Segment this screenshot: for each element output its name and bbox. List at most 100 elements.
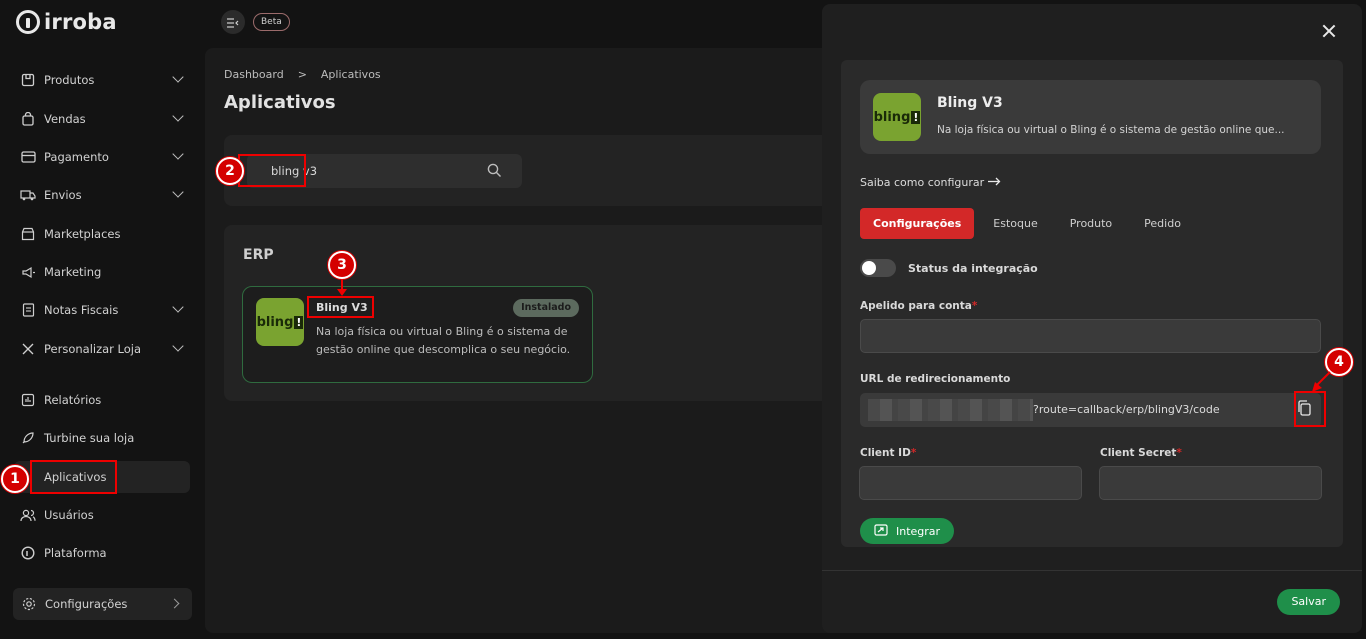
tab-configuracoes[interactable]: Configurações [860, 208, 975, 239]
status-toggle[interactable] [860, 259, 896, 277]
shopping-bag-icon [18, 111, 38, 127]
breadcrumb-dashboard[interactable]: Dashboard [224, 68, 284, 81]
save-button[interactable]: Salvar [1277, 589, 1340, 615]
irroba-logo-icon [16, 10, 40, 34]
chart-icon [18, 392, 38, 408]
sidebar-configuracoes[interactable]: Configurações [13, 588, 192, 620]
integrate-label: Integrar [896, 524, 941, 538]
sidebar-item-envios[interactable]: Envios [14, 180, 190, 210]
sidebar-item-pagamento[interactable]: Pagamento [14, 142, 190, 172]
sidebar-item-label: Vendas [44, 112, 86, 126]
client-id-input[interactable] [859, 466, 1082, 500]
sidebar-item-usuarios[interactable]: Usuários [14, 500, 190, 530]
page-title: Aplicativos [224, 92, 336, 113]
sidebar-item-relatorios[interactable]: Relatórios [14, 385, 190, 415]
store-icon [18, 226, 38, 242]
integrate-button[interactable]: Integrar [860, 518, 955, 544]
app-card-bling-v3[interactable]: bling! Bling V3 Instalado Na loja física… [242, 286, 593, 383]
annotation-marker-1: 1 [1, 465, 29, 493]
tabs: Configurações Estoque Produto Pedido [860, 208, 1200, 239]
brand-logo-text: irroba [44, 10, 117, 34]
collapse-sidebar-button[interactable] [221, 10, 245, 34]
tools-icon [18, 341, 38, 357]
learn-config-label: Saiba como configurar [860, 176, 985, 189]
rocket-icon [18, 430, 38, 446]
bling-logo: bling! [256, 298, 304, 346]
sidebar-item-produtos[interactable]: Produtos [14, 65, 190, 95]
required-mark: * [971, 300, 978, 312]
sidebar-item-label: Marketing [44, 265, 102, 279]
annotation-highlight-4 [1294, 391, 1326, 427]
close-icon[interactable] [1320, 22, 1338, 40]
sidebar-item-label: Usuários [44, 508, 94, 522]
gear-icon [19, 597, 39, 611]
status-row: Status da integração [860, 259, 1038, 277]
collapse-menu-icon [227, 13, 239, 32]
platform-icon [18, 545, 38, 561]
credit-card-icon [18, 149, 38, 165]
sidebar: irroba Produtos Vendas Pagamento Envios … [0, 0, 205, 639]
breadcrumb: Dashboard > Aplicativos [224, 68, 381, 81]
search-icon[interactable] [487, 163, 502, 182]
chevron-down-icon [172, 110, 184, 122]
sidebar-item-plataforma[interactable]: Plataforma [14, 538, 190, 568]
chevron-down-icon [172, 148, 184, 160]
chevron-right-icon [169, 598, 180, 609]
sidebar-item-label: Plataforma [44, 546, 107, 560]
sidebar-item-notas-fiscais[interactable]: Notas Fiscais [14, 295, 190, 325]
sidebar-item-label: Notas Fiscais [44, 303, 119, 317]
sidebar-item-marketplaces[interactable]: Marketplaces [14, 219, 190, 249]
brand-logo[interactable]: irroba [16, 10, 117, 34]
client-secret-input[interactable] [1099, 466, 1322, 500]
receipt-icon [18, 302, 38, 318]
sidebar-item-personalizar-loja[interactable]: Personalizar Loja [14, 334, 190, 364]
annotation-highlight-2 [238, 154, 306, 187]
installed-badge: Instalado [513, 299, 579, 317]
annotation-pointer-4 [1312, 371, 1331, 392]
annotation-highlight-3 [307, 296, 374, 318]
tab-pedido[interactable]: Pedido [1131, 208, 1194, 239]
sidebar-item-label: Relatórios [44, 393, 102, 407]
sidebar-item-vendas[interactable]: Vendas [14, 104, 190, 134]
app-header-card: bling! Bling V3 Na loja física ou virtua… [860, 80, 1321, 154]
truck-icon [18, 187, 38, 203]
sidebar-item-label: Envios [44, 188, 82, 202]
chevron-down-icon [172, 301, 184, 313]
client-secret-label: Client Secret* [1100, 447, 1182, 459]
nickname-input[interactable] [860, 319, 1321, 353]
client-id-label: Client ID* [860, 447, 917, 459]
annotation-pointer-3 [337, 279, 347, 296]
chevron-down-icon [172, 340, 184, 352]
redirect-url-field[interactable]: ?route=callback/erp/blingV3/code [860, 393, 1321, 427]
nickname-label: Apelido para conta* [860, 300, 978, 312]
annotation-marker-2: 2 [216, 157, 244, 185]
required-mark: * [1176, 447, 1182, 459]
modal-footer-divider [822, 570, 1362, 571]
status-label: Status da integração [908, 261, 1038, 275]
sidebar-item-label: Pagamento [44, 150, 109, 164]
breadcrumb-aplicativos: Aplicativos [320, 68, 381, 81]
sidebar-item-label: Produtos [44, 73, 95, 87]
main-content: Dashboard > Aplicativos Aplicativos ERP … [205, 48, 845, 633]
tab-estoque[interactable]: Estoque [980, 208, 1050, 239]
required-mark: * [910, 447, 917, 459]
chevron-down-icon [172, 71, 184, 83]
modal-body: bling! Bling V3 Na loja física ou virtua… [841, 60, 1343, 547]
app-config-modal: bling! Bling V3 Na loja física ou virtua… [822, 4, 1362, 633]
search-card [224, 135, 844, 206]
users-icon [18, 507, 38, 523]
sidebar-item-turbine[interactable]: Turbine sua loja [14, 423, 190, 453]
sidebar-item-marketing[interactable]: Marketing [14, 257, 190, 287]
megaphone-icon [18, 264, 38, 280]
section-title: ERP [243, 247, 274, 263]
app-card-description: Na loja física ou virtual o Bling é o si… [316, 325, 571, 356]
beta-badge: Beta [253, 13, 290, 31]
bling-logo-text: bling [873, 109, 911, 125]
modal-app-title: Bling V3 [937, 95, 1003, 111]
annotation-highlight-1 [30, 460, 117, 494]
tab-produto[interactable]: Produto [1057, 208, 1125, 239]
redirect-url-label: URL de redirecionamento [860, 373, 1011, 385]
chevron-down-icon [172, 186, 184, 198]
arrow-right-icon [988, 176, 1001, 189]
learn-config-link[interactable]: Saiba como configurar [860, 176, 1001, 189]
